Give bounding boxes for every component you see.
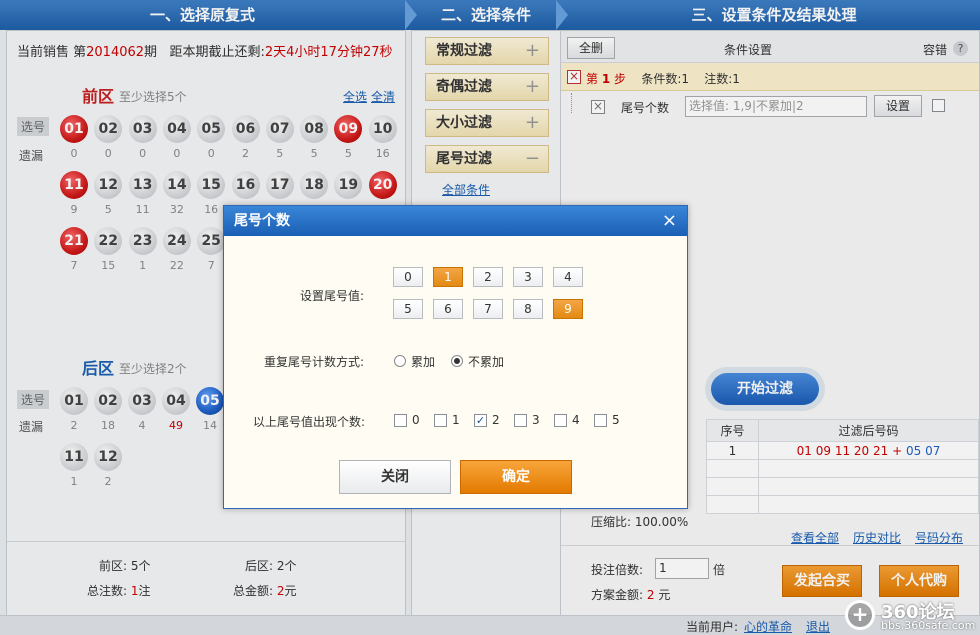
dialog-close-button[interactable]: 关闭 <box>339 460 451 494</box>
repeat-mode-label: 重复尾号计数方式: <box>264 355 365 369</box>
tail-value-6[interactable]: 6 <box>433 299 463 319</box>
count-checkbox-label: 3 <box>532 413 540 427</box>
count-checkbox-0[interactable] <box>394 414 407 427</box>
count-checkbox-label: 5 <box>612 413 620 427</box>
tail-value-3[interactable]: 3 <box>513 267 543 287</box>
tail-value-label: 设置尾号值: <box>300 289 365 303</box>
plus-circle-icon: + <box>845 600 875 630</box>
count-checkbox-3[interactable] <box>514 414 527 427</box>
radio-non-cumulative-label: 不累加 <box>468 355 505 369</box>
count-checkbox-4[interactable] <box>554 414 567 427</box>
radio-cumulative-label: 累加 <box>411 355 436 369</box>
tail-value-8[interactable]: 8 <box>513 299 543 319</box>
radio-non-cumulative[interactable] <box>451 355 463 367</box>
count-checkbox-label: 1 <box>452 413 460 427</box>
close-icon[interactable]: × <box>662 206 677 236</box>
tail-value-7[interactable]: 7 <box>473 299 503 319</box>
count-checkbox-label: 2 <box>492 413 500 427</box>
radio-cumulative[interactable] <box>394 355 406 367</box>
dialog-title: 尾号个数 <box>234 213 290 229</box>
tail-value-0[interactable]: 0 <box>393 267 423 287</box>
count-checkbox-2[interactable]: ✓ <box>474 414 487 427</box>
occurrence-count-label: 以上尾号值出现个数: <box>253 415 366 429</box>
tail-count-dialog: 尾号个数 × 设置尾号值: 0123456789 重复尾号计数方式: 累加 不累… <box>223 205 688 509</box>
count-checkbox-1[interactable] <box>434 414 447 427</box>
count-checkbox-label: 4 <box>572 413 580 427</box>
tail-value-1[interactable]: 1 <box>433 267 463 287</box>
tail-value-5[interactable]: 5 <box>393 299 423 319</box>
dialog-header: 尾号个数 × <box>224 206 687 236</box>
tail-value-4[interactable]: 4 <box>553 267 583 287</box>
tail-value-2[interactable]: 2 <box>473 267 503 287</box>
count-checkbox-5[interactable] <box>594 414 607 427</box>
tail-value-9[interactable]: 9 <box>553 299 583 319</box>
count-checkbox-label: 0 <box>412 413 420 427</box>
watermark-logo: + 360论坛 bbs.360safe.com <box>845 598 975 634</box>
dialog-confirm-button[interactable]: 确定 <box>460 460 572 494</box>
